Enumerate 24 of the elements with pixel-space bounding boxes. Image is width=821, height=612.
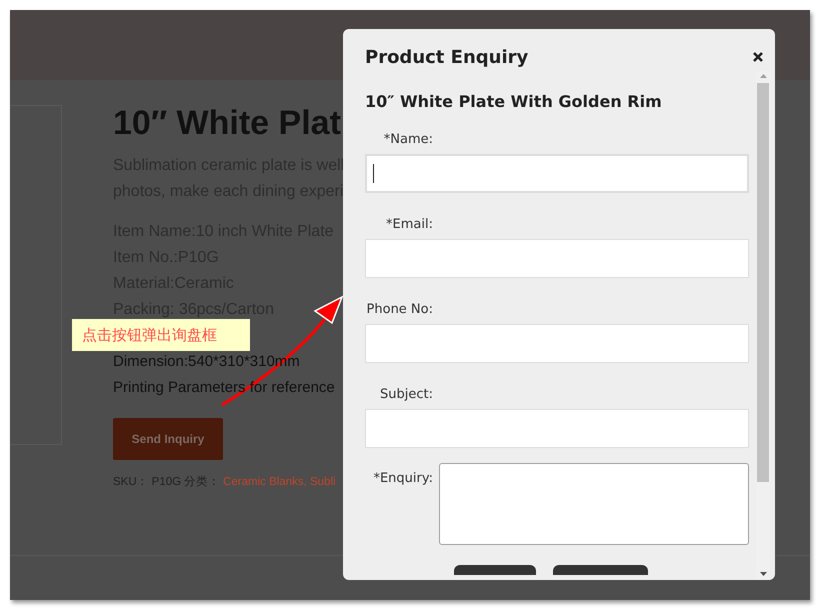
scrollbar[interactable] <box>756 71 770 580</box>
scroll-down-icon[interactable] <box>760 572 766 576</box>
enquiry-textarea[interactable] <box>439 463 749 545</box>
send-inquiry-button[interactable]: Send Inquiry <box>113 418 223 460</box>
field-label: *Name: <box>382 132 433 148</box>
scrollbar-thumb[interactable] <box>757 83 769 482</box>
input-field[interactable] <box>365 409 749 448</box>
cut-off-button[interactable] <box>454 565 536 575</box>
field-label: *Email: <box>385 217 433 233</box>
spec-text: Printing Parameters for reference <box>113 378 336 398</box>
field-label: *Enquiry: <box>372 470 433 488</box>
product-name: 10″ White Plate With Golden Rim <box>365 91 663 113</box>
dialog-title: Product Enquiry <box>365 46 528 70</box>
close-icon[interactable] <box>753 52 763 62</box>
input-field[interactable] <box>365 324 749 363</box>
field-label: Phone No: <box>366 302 433 318</box>
annotation-note: 点击按钮弹出询盘框 <box>72 319 250 351</box>
input-field[interactable] <box>365 154 749 193</box>
field-label: Subject: <box>379 387 433 403</box>
product-title: 10″ White Plat <box>113 105 342 141</box>
category-link[interactable]: Ceramic Blanks, Subli <box>223 474 336 492</box>
scroll-up-icon[interactable] <box>760 74 766 78</box>
input-field[interactable] <box>365 239 749 278</box>
text-caret <box>373 164 374 183</box>
